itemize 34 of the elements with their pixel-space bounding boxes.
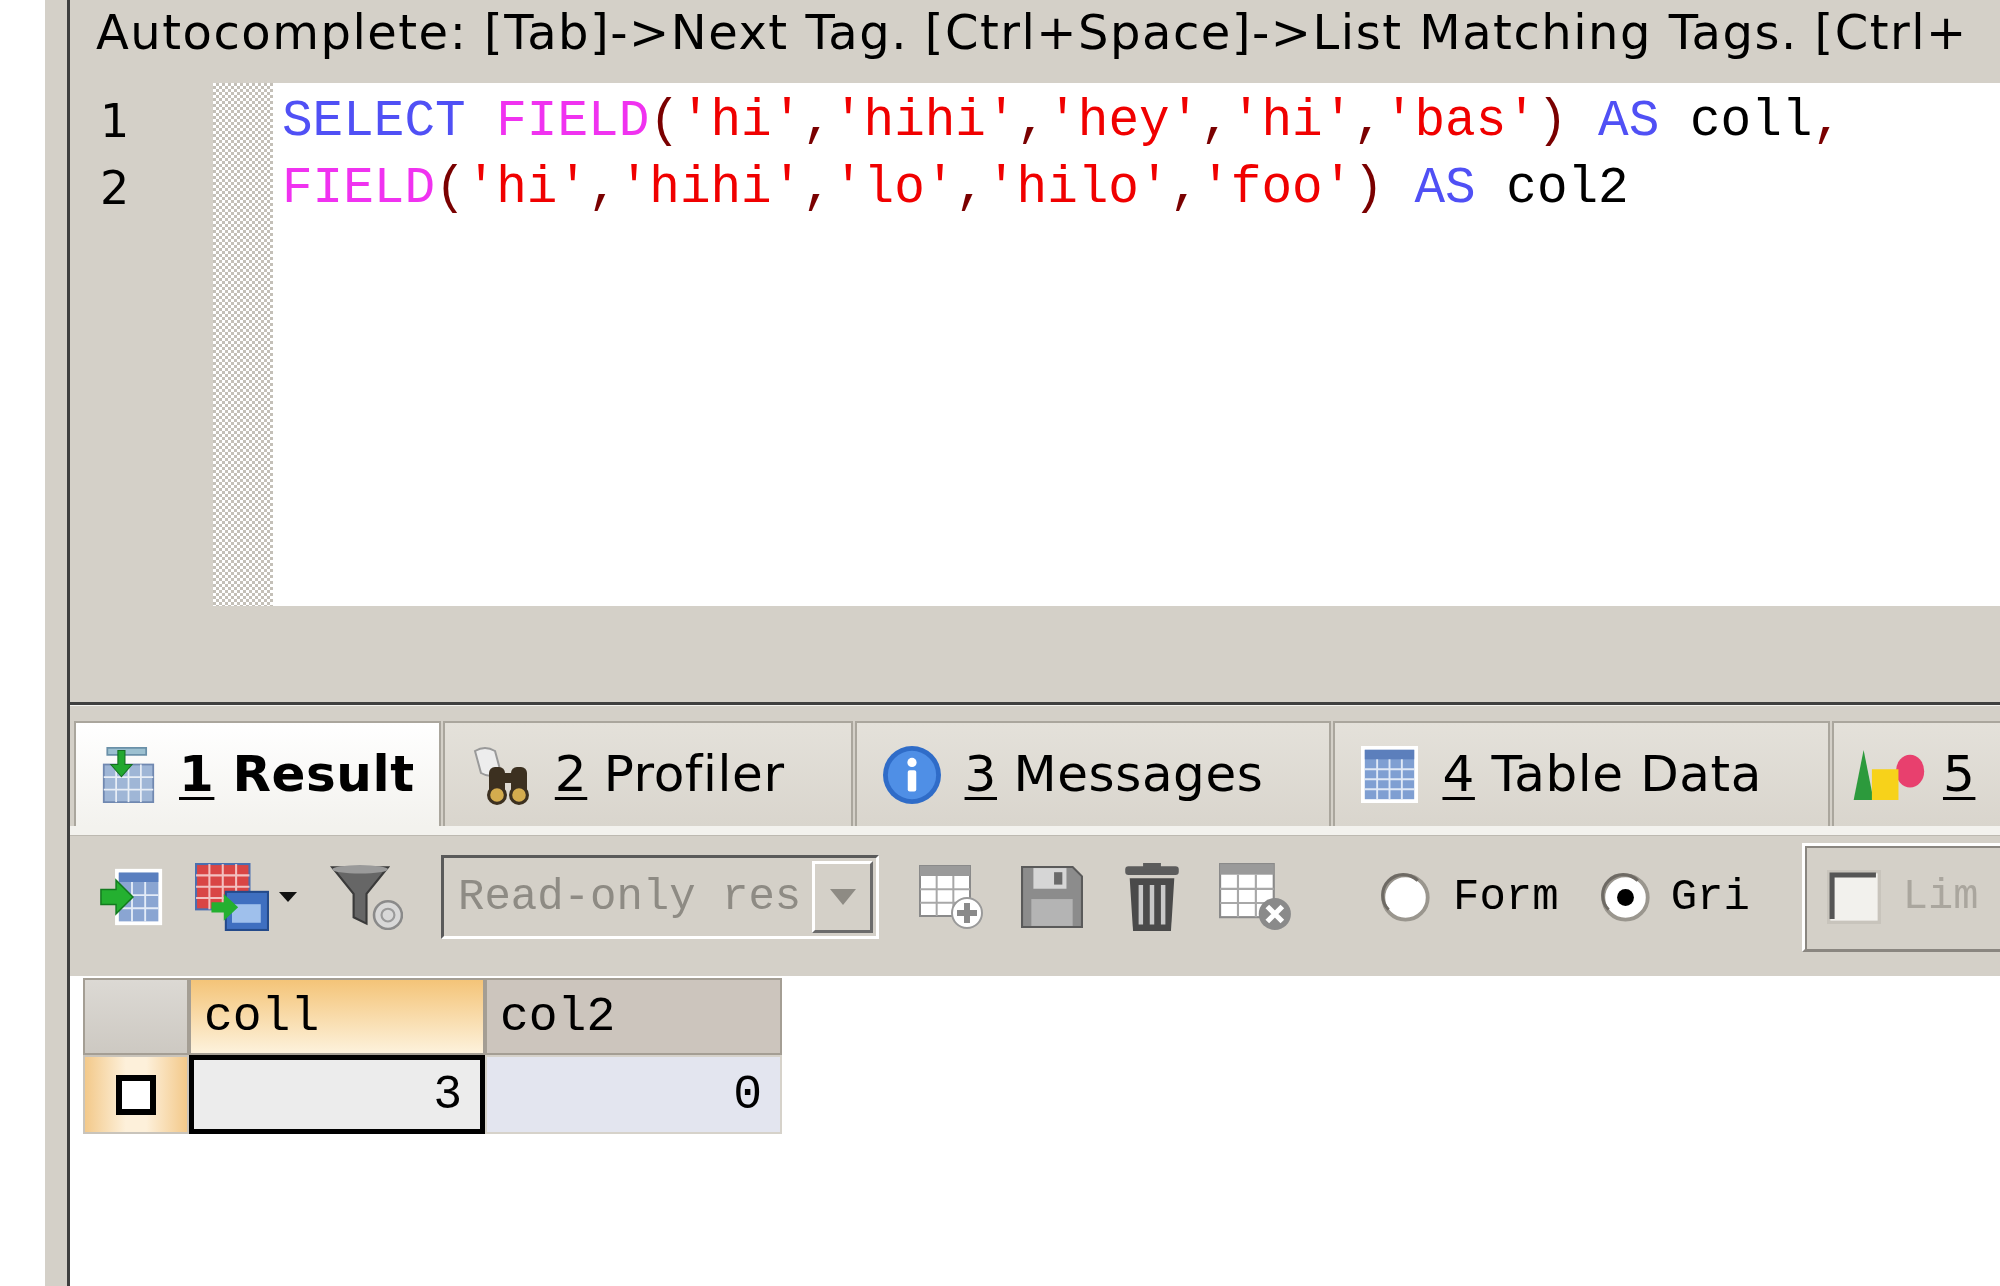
result-tab[interactable]: 1 Result <box>74 721 441 826</box>
filter-icon[interactable] <box>330 864 403 930</box>
line-number: 1 <box>100 93 130 150</box>
table-arrow-icon[interactable] <box>100 867 164 927</box>
shapes-icon <box>1851 749 1925 800</box>
table-delete-icon[interactable] <box>1219 863 1292 931</box>
trash-icon[interactable] <box>1123 863 1181 931</box>
column-header[interactable]: col2 <box>485 978 782 1055</box>
caret-icon <box>829 889 856 905</box>
line-number: 2 <box>100 160 130 217</box>
checkbox[interactable] <box>116 1074 156 1115</box>
table-cell: 0 <box>485 1055 782 1134</box>
radio-button[interactable] <box>1381 872 1430 922</box>
radio-label[interactable]: Gri <box>1670 864 1750 930</box>
result-tab[interactable]: 5 <box>1831 721 2000 826</box>
info-icon <box>882 745 941 804</box>
result-tab[interactable]: 3 Messages <box>854 721 1332 826</box>
result-tab[interactable]: 4 Table Data <box>1333 721 1830 826</box>
code-line: SELECT FIELD('hi','hihi','hey','hi','bas') AS coll, <box>282 92 1843 152</box>
code-editor[interactable]: SELECT FIELD('hi','hihi','hey','hi','bas') AS coll, FIELD('hi','hihi','lo','hilo','foo') AS col2 <box>273 83 2000 606</box>
autocomplete-hint: Autocomplete: [Tab]->Next Tag. [Ctrl+Space]->List Matching Tags. [Ctrl+ <box>96 5 1968 59</box>
table-cell: 3 <box>189 1055 485 1134</box>
table-export-icon[interactable] <box>195 863 269 931</box>
table-icon <box>1361 746 1419 803</box>
result-tab[interactable]: 2 Profiler <box>442 721 853 826</box>
table-arrow-icon <box>102 746 155 803</box>
table-plus-icon[interactable] <box>919 865 983 929</box>
radio-button[interactable] <box>1600 872 1650 922</box>
row-header[interactable] <box>83 1055 189 1134</box>
code-line: FIELD('hi','hihi','lo','hilo','foo') AS col2 <box>282 159 1629 219</box>
save-icon[interactable] <box>1021 866 1083 928</box>
column-header[interactable]: coll <box>189 978 485 1055</box>
caret-icon[interactable] <box>279 892 297 902</box>
radio-label[interactable]: Form <box>1453 864 1559 930</box>
